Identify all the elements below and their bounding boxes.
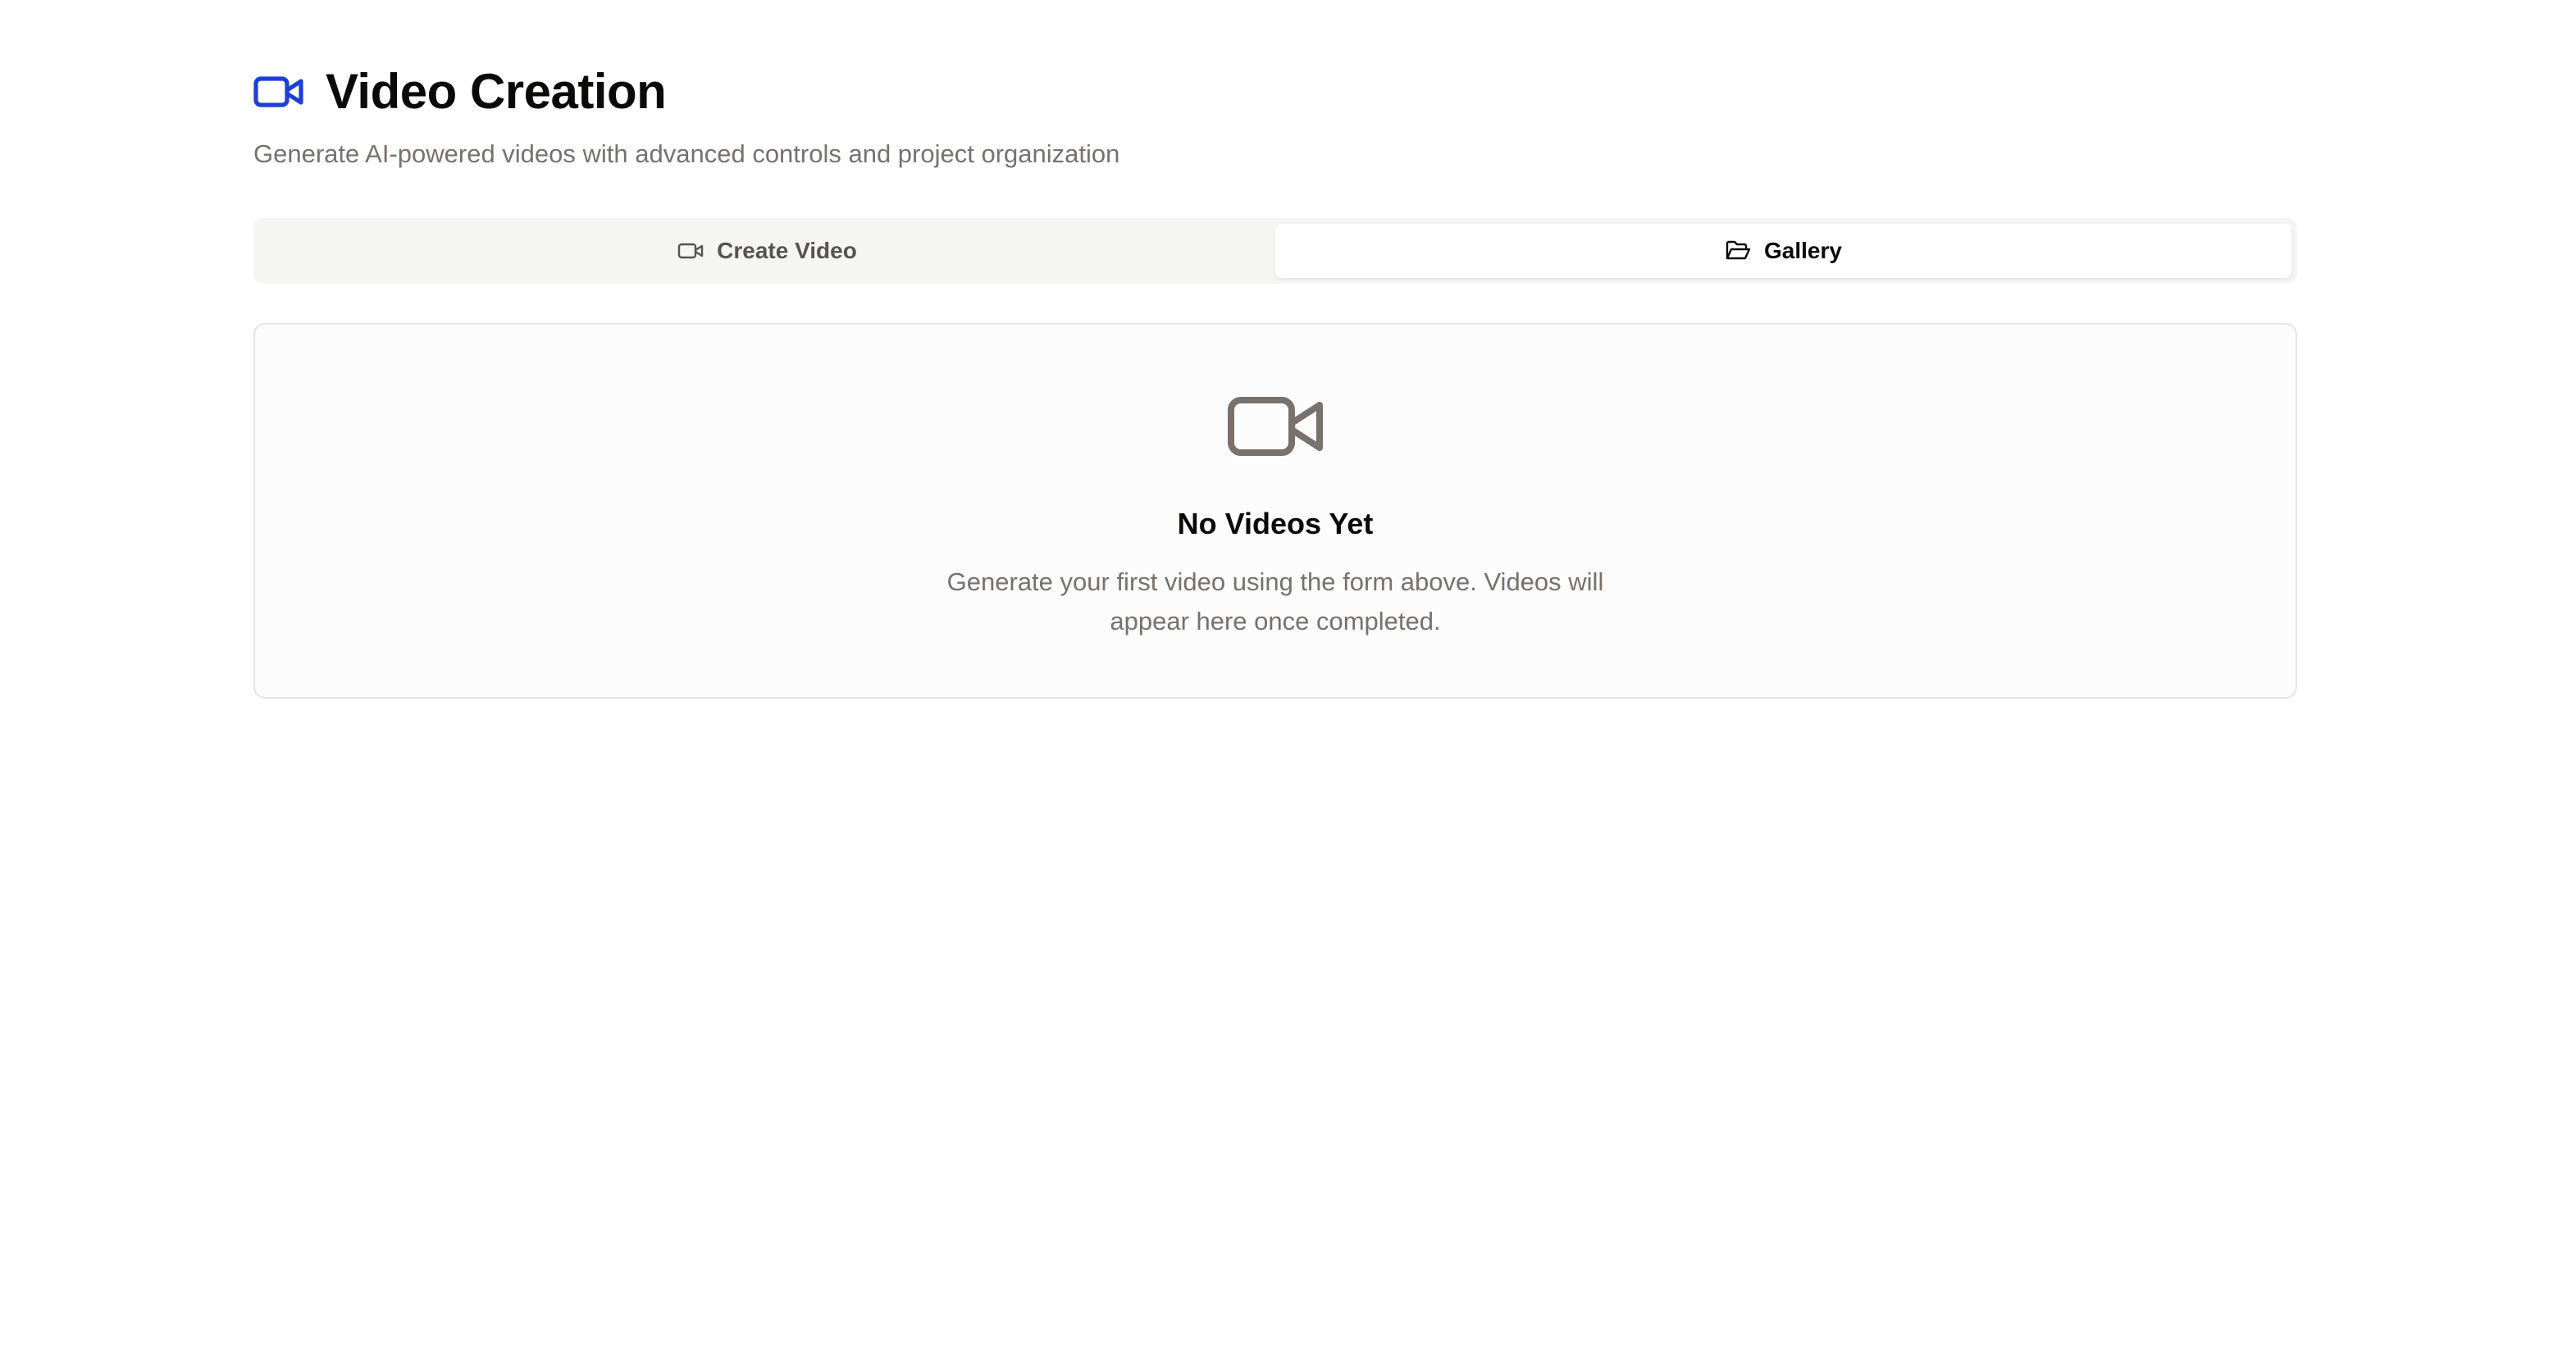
page-subtitle: Generate AI-powered videos with advanced… [253,139,1120,168]
video-camera-icon [677,242,704,260]
tab-list: Create Video Gallery [253,218,2297,284]
main-container: Video Creation Generate AI-powered video… [253,57,2297,699]
tab-create-video[interactable]: Create Video [259,224,1275,278]
empty-state-title: No Videos Yet [1177,507,1374,540]
video-camera-icon [253,74,304,110]
page-header: Video Creation [253,57,2297,126]
video-creation-page: Video Creation Generate AI-powered video… [0,0,2576,1348]
gallery-empty-card: No Videos Yet Generate your first video … [253,323,2297,699]
tab-label: Gallery [1764,238,1842,263]
video-camera-icon [1226,394,1324,459]
empty-state-description: Generate your first video using the form… [946,567,1604,635]
tab-label: Create Video [717,238,857,263]
folder-open-icon [1725,240,1751,262]
tab-gallery[interactable]: Gallery [1275,224,2291,278]
page-title: Video Creation [326,64,667,119]
